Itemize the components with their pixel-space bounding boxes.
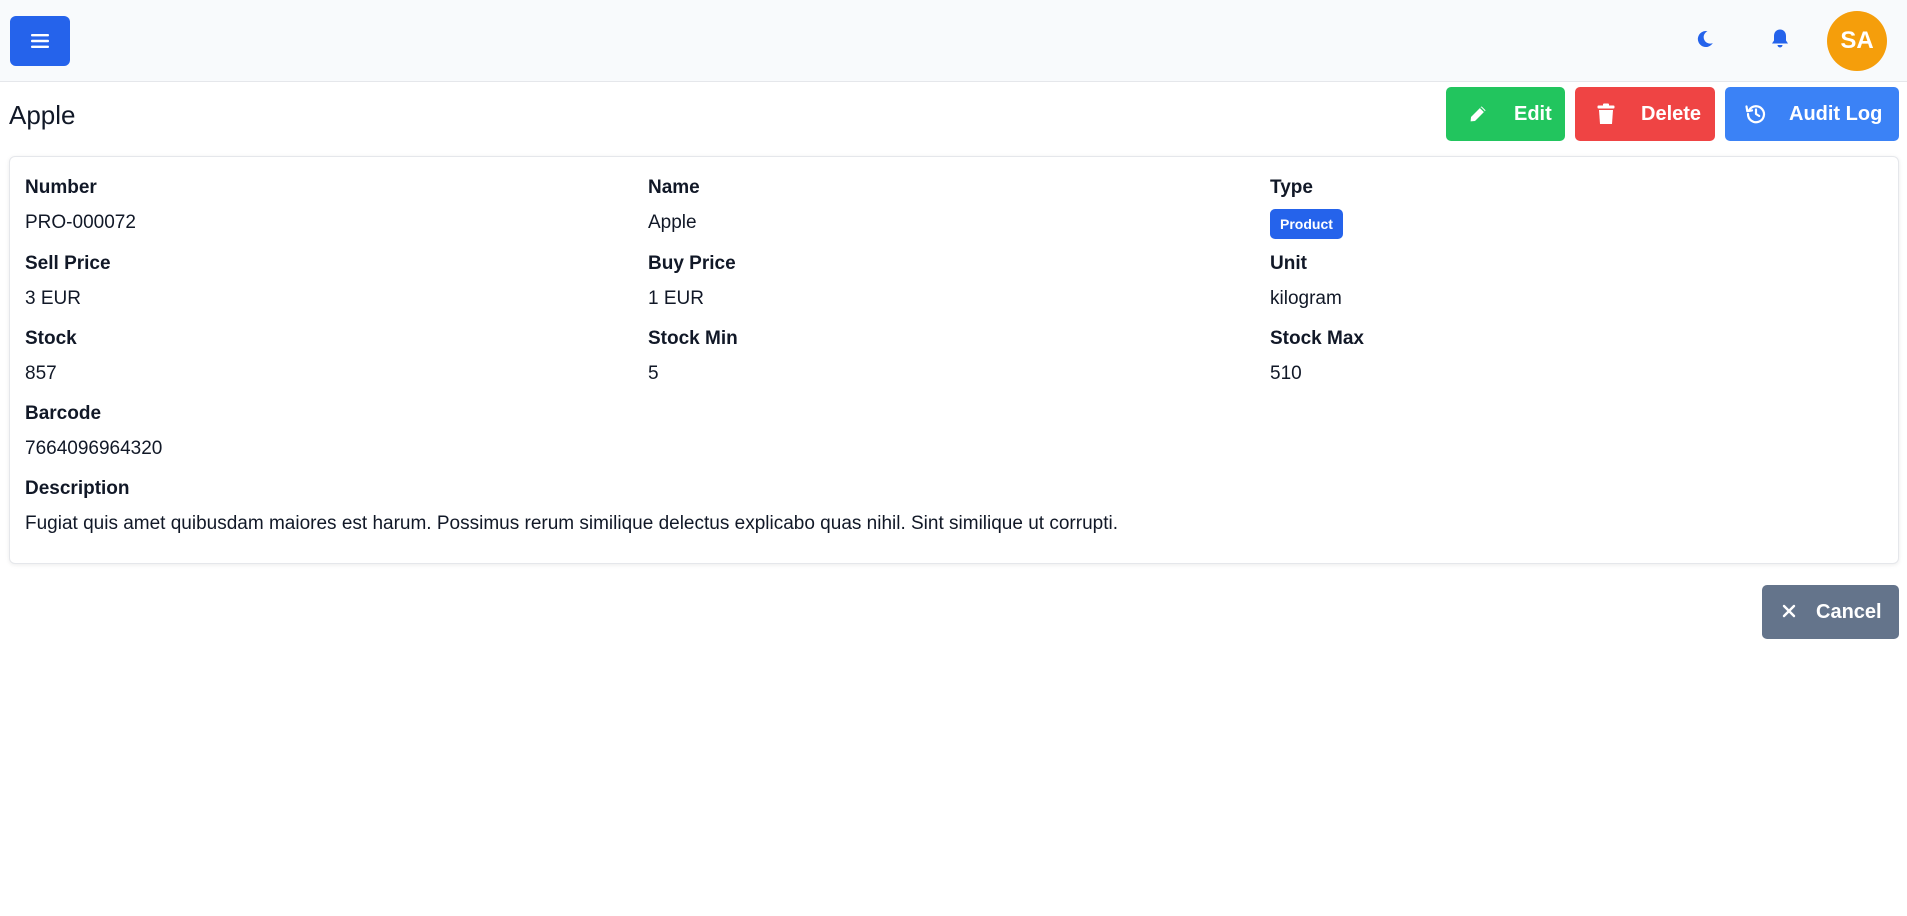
number-value: PRO-000072 [25, 212, 136, 233]
notifications-button[interactable] [1765, 26, 1795, 56]
audit-log-button[interactable]: Audit Log [1725, 87, 1899, 141]
barcode-label: Barcode [25, 403, 102, 424]
buy-price-value: 1 EUR [648, 288, 704, 309]
type-badge: Product [1270, 209, 1343, 239]
unit-value: kilogram [1270, 288, 1342, 309]
pencil-icon [1468, 104, 1488, 124]
stock-max-label: Stock Max [1270, 328, 1364, 349]
buy-price-label: Buy Price [648, 253, 736, 274]
stock-min-label: Stock Min [648, 328, 738, 349]
name-label: Name [648, 177, 700, 198]
description-label: Description [25, 478, 130, 499]
stock-max-value: 510 [1270, 363, 1302, 384]
stock-label: Stock [25, 328, 77, 349]
hamburger-icon [31, 33, 49, 49]
moon-icon [1695, 29, 1715, 54]
history-icon [1745, 103, 1767, 125]
edit-button-label: Edit [1514, 102, 1552, 125]
stock-min-value: 5 [648, 363, 659, 384]
page-title: Apple [9, 100, 76, 130]
unit-label: Unit [1270, 253, 1307, 274]
name-value: Apple [648, 212, 697, 233]
description-value: Fugiat quis amet quibusdam maiores est h… [25, 513, 1118, 534]
theme-toggle-button[interactable] [1690, 26, 1720, 56]
barcode-value: 7664096964320 [25, 438, 163, 459]
cancel-button-label: Cancel [1816, 600, 1882, 623]
avatar-initials: SA [1840, 27, 1874, 54]
trash-icon [1597, 103, 1615, 125]
user-avatar[interactable]: SA [1827, 11, 1887, 71]
close-icon [1782, 601, 1796, 624]
menu-toggle-button[interactable] [10, 16, 70, 66]
delete-button[interactable]: Delete [1575, 87, 1715, 141]
product-details-card [9, 156, 1899, 564]
sell-price-label: Sell Price [25, 253, 111, 274]
edit-button[interactable]: Edit [1446, 87, 1565, 141]
type-label: Type [1270, 177, 1313, 198]
cancel-button[interactable]: Cancel [1762, 585, 1899, 639]
delete-button-label: Delete [1641, 102, 1702, 125]
top-navbar: SA [0, 0, 1907, 82]
audit-log-button-label: Audit Log [1789, 102, 1883, 125]
bell-icon [1770, 28, 1790, 55]
stock-value: 857 [25, 363, 57, 384]
number-label: Number [25, 177, 97, 198]
sell-price-value: 3 EUR [25, 288, 81, 309]
